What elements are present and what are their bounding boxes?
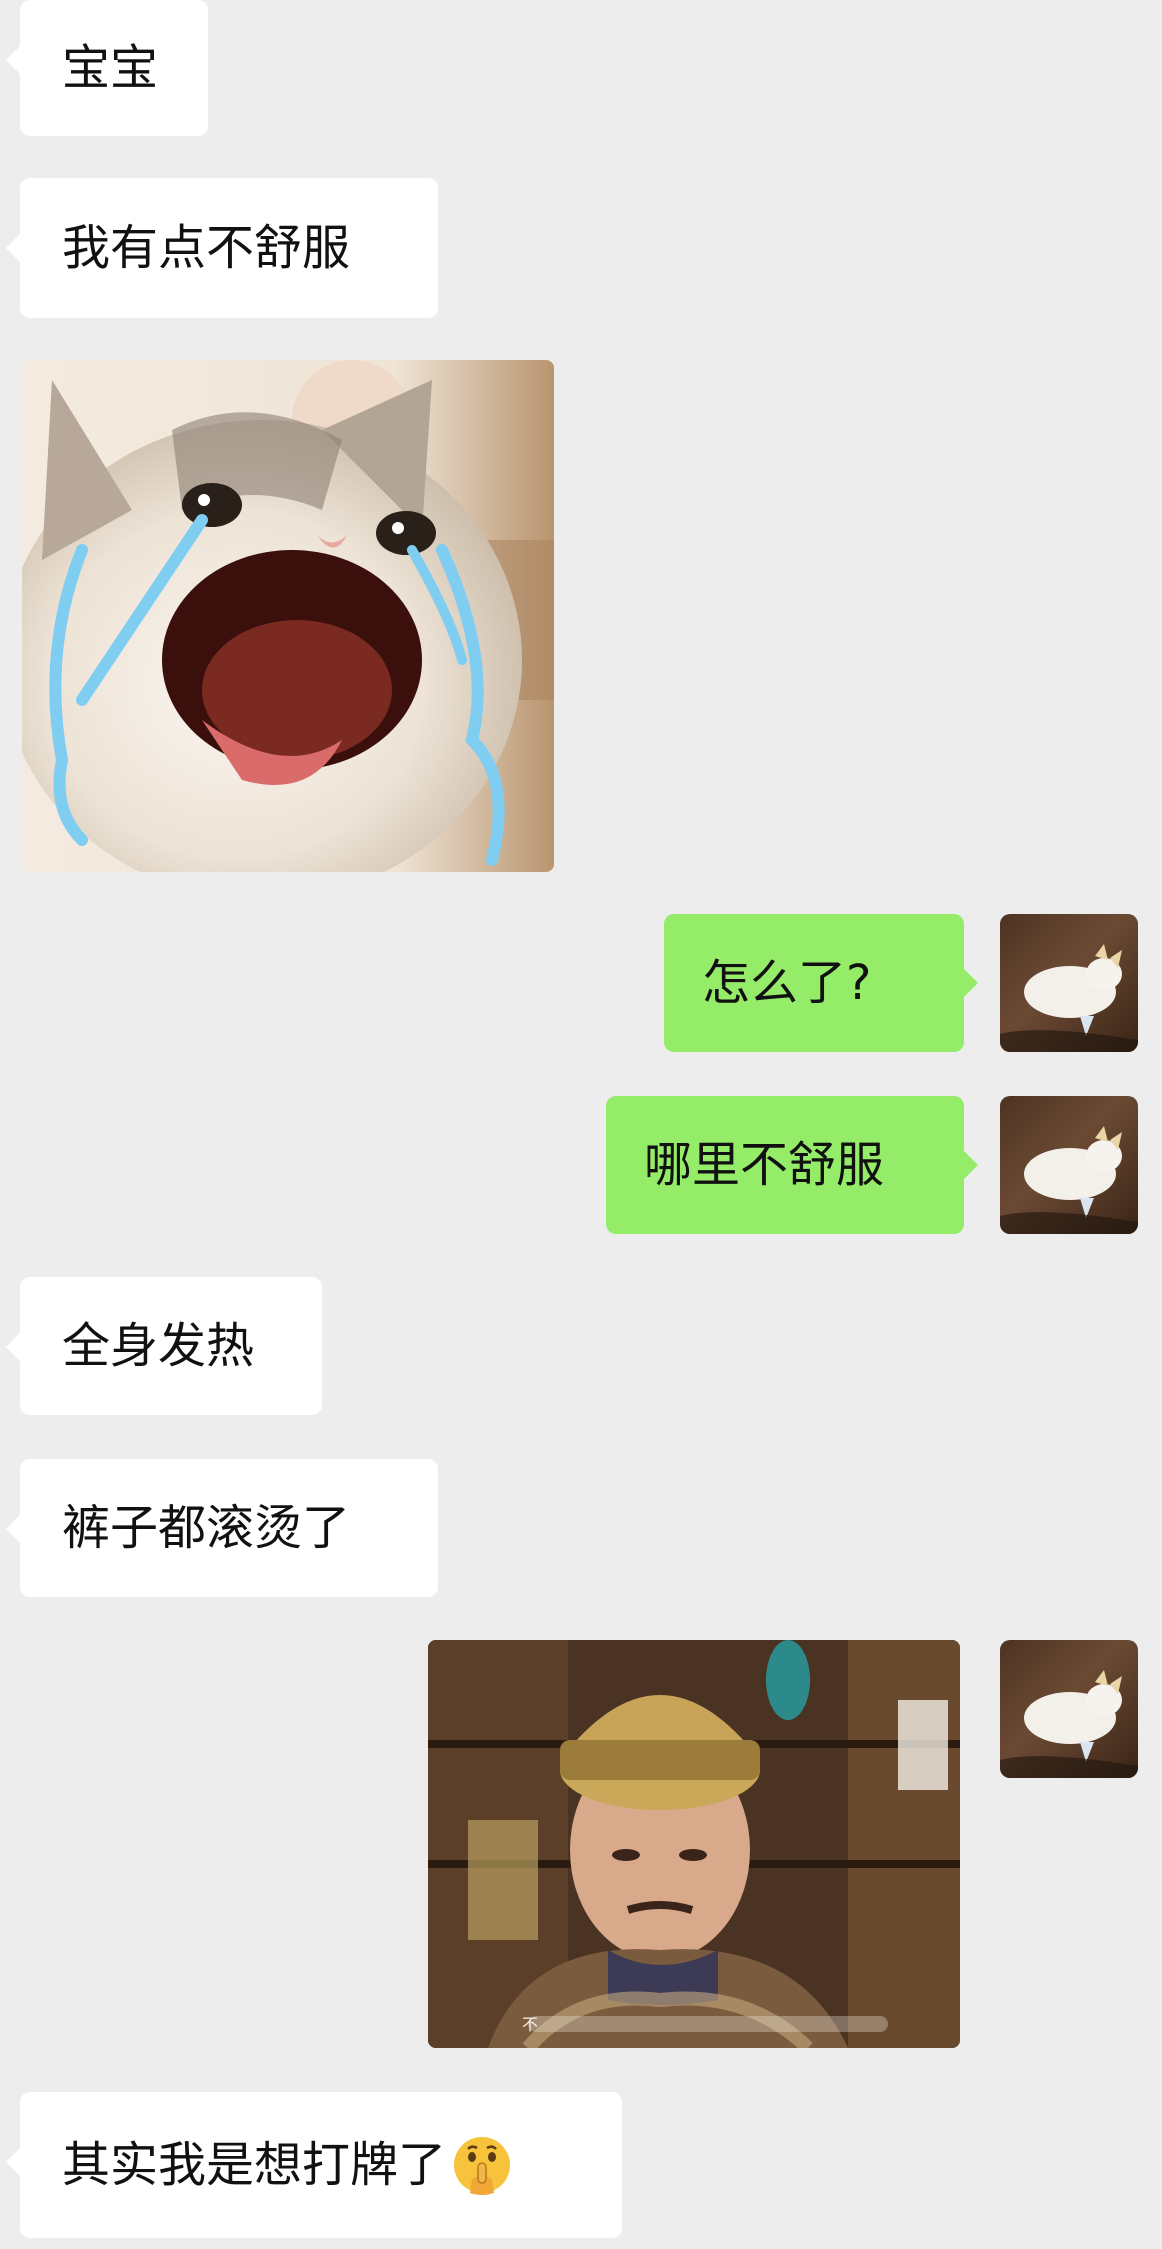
- bubble-tail: [6, 234, 20, 262]
- self-avatar[interactable]: [1000, 1640, 1138, 1778]
- text-bubble-outgoing[interactable]: 怎么了?: [664, 914, 964, 1052]
- bubble-tail: [964, 969, 978, 997]
- message-text: 全身发热: [62, 1318, 255, 1374]
- text-bubble-incoming[interactable]: 我有点不舒服: [20, 178, 438, 318]
- bubble-tail: [6, 2148, 20, 2176]
- bubble-tail: [6, 1333, 20, 1361]
- shushing-face-icon: [454, 2137, 511, 2195]
- text-bubble-incoming[interactable]: 宝宝: [20, 0, 208, 136]
- message-text: 哪里不舒服: [644, 1137, 885, 1193]
- sticker-crying-cat[interactable]: [22, 360, 554, 872]
- sticker-official-meme[interactable]: 不: [428, 1640, 960, 2048]
- self-avatar[interactable]: [1000, 914, 1138, 1052]
- official-meme-image: 不: [428, 1640, 960, 2048]
- lying-cat-avatar-image: [1000, 1126, 1138, 1234]
- lying-cat-avatar-image: [1000, 1670, 1138, 1778]
- bubble-tail: [964, 1151, 978, 1179]
- message-text: 怎么了?: [702, 955, 872, 1011]
- text-bubble-incoming[interactable]: 裤子都滚烫了: [20, 1459, 438, 1597]
- message-text: 裤子都滚烫了: [62, 1500, 351, 1556]
- sticker-caption: 不: [522, 2015, 538, 2034]
- text-bubble-incoming[interactable]: 其实我是想打牌了: [20, 2092, 622, 2238]
- text-bubble-incoming[interactable]: 全身发热: [20, 1277, 322, 1415]
- message-text: 我有点不舒服: [62, 220, 351, 276]
- message-text: 其实我是想打牌了: [62, 2137, 447, 2193]
- text-bubble-outgoing[interactable]: 哪里不舒服: [606, 1096, 964, 1234]
- message-text: 宝宝: [62, 40, 159, 96]
- bubble-tail: [6, 1515, 20, 1543]
- crying-cat-image: [22, 360, 554, 872]
- self-avatar[interactable]: [1000, 1096, 1138, 1234]
- lying-cat-avatar-image: [1000, 944, 1138, 1052]
- bubble-tail: [6, 46, 20, 74]
